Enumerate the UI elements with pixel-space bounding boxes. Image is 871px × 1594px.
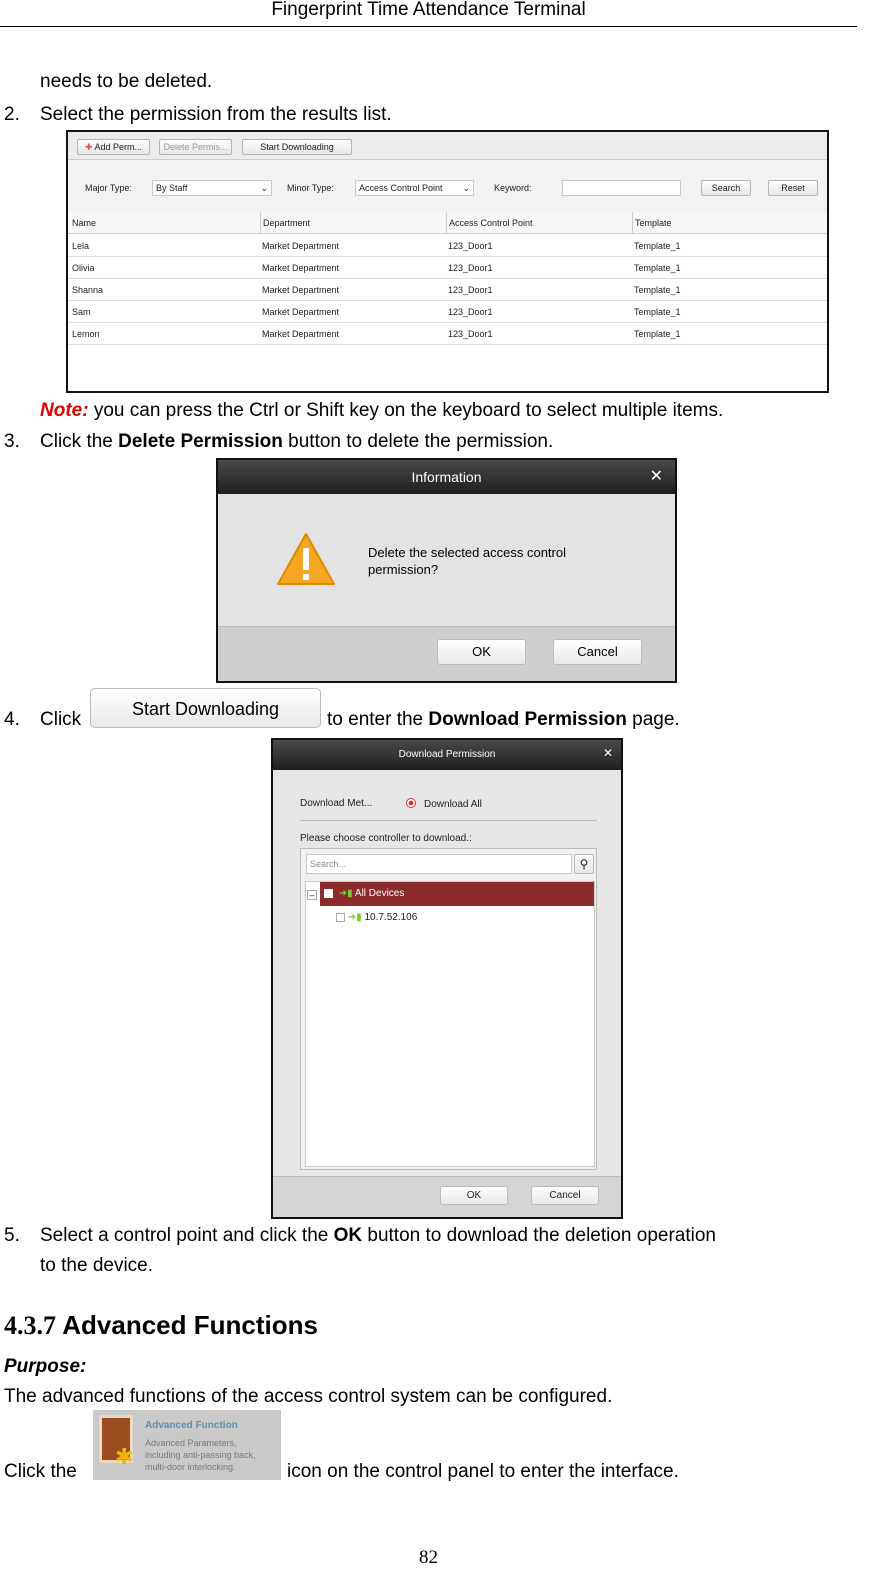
column-template[interactable]: Template [632,212,672,234]
step-2-text: Select the permission from the results l… [40,104,392,125]
table-cell: Template_1 [634,263,681,273]
table-cell: Market Department [262,285,340,295]
start-downloading-button[interactable]: Start Downloading [242,139,352,155]
table-cell: Template_1 [634,329,681,339]
major-type-select[interactable]: By Staff ⌄ [152,180,272,196]
warning-icon [277,533,335,585]
column-department[interactable]: Department [260,212,310,234]
table-cell: 123_Door1 [448,263,493,273]
tree-item-all-devices[interactable]: ➜▮ All Devices [320,882,594,906]
table-cell: Lemon [72,329,100,339]
results-table: Name Department Access Control Point Tem… [68,212,827,391]
close-icon[interactable]: ✕ [603,746,613,760]
add-permission-button[interactable]: ✚ Add Perm... [77,139,150,155]
search-icon[interactable]: ⚲ [574,854,594,874]
start-downloading-image-button: Start Downloading [90,688,321,728]
door-icon: ➜▮ [338,888,353,899]
controller-panel: Search... ⚲ – ➜▮ All Devices ➜▮ 10.7.52.… [300,848,597,1170]
table-cell: Market Department [262,241,340,251]
step-4-text: Click [40,709,82,730]
step-5-text-cont: to the device. [40,1255,154,1276]
table-header: Name Department Access Control Point Tem… [68,212,827,234]
step-5-text: Select a control point and click the OK … [40,1225,716,1246]
table-cell: 123_Door1 [448,307,493,317]
table-cell: Market Department [262,307,340,317]
search-button[interactable]: Search [701,180,751,196]
table-row[interactable]: Olivia Market Department 123_Door1 Template… [68,257,827,279]
table-row[interactable]: Shanna Market Department 123_Door1 Template… [68,279,827,301]
collapse-icon[interactable]: – [307,890,317,900]
table-cell: Olivia [72,263,95,273]
table-cell: Template_1 [634,307,681,317]
table-cell: Lela [72,241,90,251]
step-number: 2. [4,104,20,125]
permission-list-screenshot: ✚ Add Perm... Delete Permis... Start Dow… [66,130,829,393]
choose-controller-label: Please choose controller to download.: [300,833,472,844]
table-row[interactable]: Lela Market Department 123_Door1 Template_1 [68,235,827,257]
column-access-point[interactable]: Access Control Point [446,212,533,234]
delete-permission-button[interactable]: Delete Permis... [159,139,232,155]
keyword-label: Keyword: [494,183,532,193]
step-number: 3. [4,431,20,452]
tree-item-device[interactable]: ➜▮ 10.7.52.106 [336,910,417,926]
door-icon: ➜▮ [347,912,362,923]
table-cell: Market Department [262,329,340,339]
page-header: Fingerprint Time Attendance Terminal [271,0,586,20]
table-cell: Shanna [72,285,104,295]
ok-button[interactable]: OK [440,1186,508,1205]
page-number: 82 [419,1547,438,1568]
step-4-text-cont: to enter the Download Permission page. [327,709,680,730]
dialog-title: Information [218,460,675,494]
table-row[interactable]: Lemon Market Department 123_Door1 Template_… [68,323,827,345]
checkbox[interactable] [336,912,345,922]
table-cell: Sam [72,307,91,317]
table-row[interactable]: Sam Market Department 123_Door1 Template_1 [68,301,827,323]
advanced-function-icon-image: ✱ Advanced Function Advanced Parameters,… [93,1410,281,1480]
column-name[interactable]: Name [72,212,96,234]
cancel-button[interactable]: Cancel [531,1186,599,1205]
close-icon[interactable]: ✕ [650,466,663,486]
note-label: Note: [40,400,89,421]
major-type-label: Major Type: [85,183,132,193]
chevron-down-icon: ⌄ [260,183,268,193]
checkbox[interactable] [324,888,333,898]
cancel-button[interactable]: Cancel [553,639,642,665]
device-tree: – ➜▮ All Devices ➜▮ 10.7.52.106 [305,881,595,1167]
puzzle-icon: ✱ [115,1444,134,1469]
search-input[interactable]: Search... [306,854,572,874]
step-number: 5. [4,1225,20,1246]
section-heading: 4.3.7 Advanced Functions [4,1310,318,1340]
dialog-message: Delete the selected access control permis… [368,545,566,577]
download-method-label: Download Met... [300,798,373,809]
table-cell: Template_1 [634,241,681,251]
table-cell: Market Department [262,263,340,273]
purpose-label: Purpose: [4,1356,87,1377]
table-cell: 123_Door1 [448,285,493,295]
minor-type-label: Minor Type: [287,183,334,193]
step-3-text: Click the Delete Permission button to de… [40,431,554,452]
dialog-footer: OK Cancel [218,626,675,681]
step-number: 4. [4,709,20,730]
table-cell: 123_Door1 [448,329,493,339]
continuation-text: needs to be deleted. [40,71,213,92]
plus-icon: ✚ [84,142,93,152]
header-rule [0,26,857,27]
information-dialog-screenshot: Information ✕ Delete the selected access… [216,458,677,683]
table-cell: Template_1 [634,285,681,295]
chevron-down-icon: ⌄ [462,183,470,193]
note-text: you can press the Ctrl or Shift key on t… [88,400,724,421]
dialog-title: Download Permission [273,740,621,770]
download-permission-dialog-screenshot: Download Permission ✕ Download Met... Do… [271,738,623,1219]
toolbar: ✚ Add Perm... Delete Permis... Start Dow… [68,132,827,160]
table-cell: 123_Door1 [448,241,493,251]
ok-button[interactable]: OK [437,639,526,665]
keyword-input[interactable] [562,180,681,196]
purpose-text: The advanced functions of the access con… [4,1386,613,1407]
download-all-radio[interactable] [406,798,416,808]
click-text: Click the [4,1461,77,1482]
click-text-cont: icon on the control panel to enter the i… [287,1461,679,1482]
reset-button[interactable]: Reset [768,180,818,196]
download-all-label: Download All [424,799,482,810]
minor-type-select[interactable]: Access Control Point ⌄ [355,180,474,196]
